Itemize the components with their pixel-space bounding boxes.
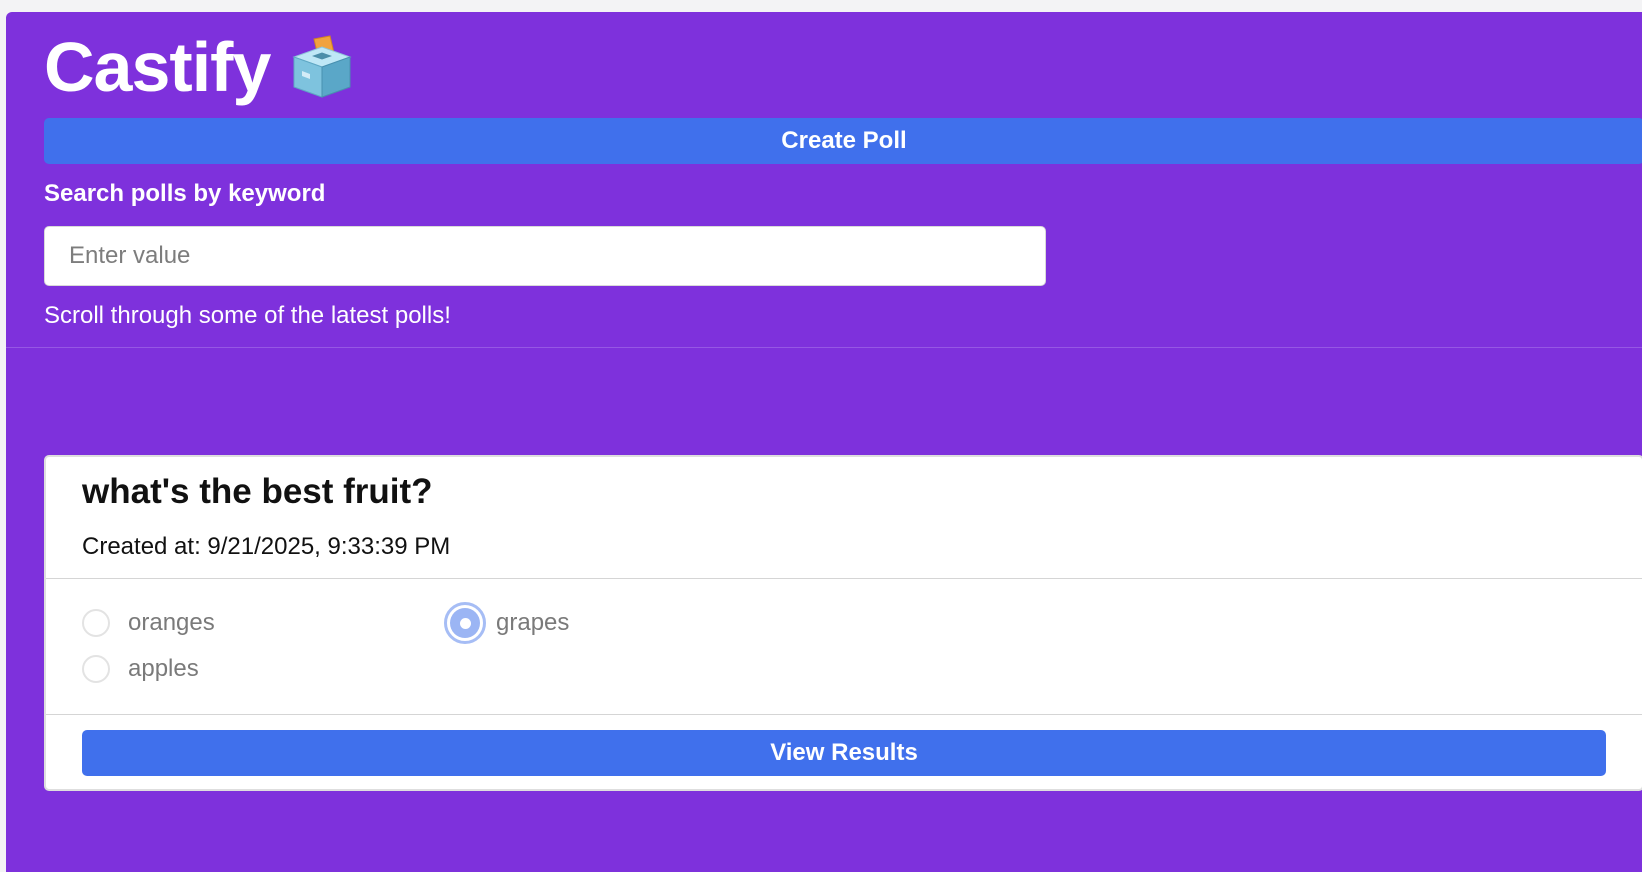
radio-fill xyxy=(450,608,480,638)
poll-created-timestamp: Created at: 9/21/2025, 9:33:39 PM xyxy=(82,533,451,560)
view-results-button[interactable]: View Results xyxy=(82,730,1606,776)
option-oranges[interactable]: oranges xyxy=(82,609,215,637)
poll-card: what's the best fruit? Created at: 9/21/… xyxy=(44,455,1642,791)
option-grapes[interactable]: grapes xyxy=(444,602,569,644)
app-title: Castify xyxy=(44,28,271,106)
poll-options: oranges apples grapes xyxy=(46,579,1642,715)
radio-button-unselected[interactable] xyxy=(82,609,110,637)
app-container: Castify Create Poll Search polls by keyw… xyxy=(6,12,1642,872)
search-input[interactable] xyxy=(44,226,1046,286)
option-apples[interactable]: apples xyxy=(82,655,199,683)
ballot-box-icon xyxy=(288,33,356,101)
radio-dot xyxy=(459,617,471,629)
option-label: apples xyxy=(128,655,199,682)
search-label: Search polls by keyword xyxy=(44,180,326,207)
brand: Castify xyxy=(44,27,356,107)
option-label: oranges xyxy=(128,609,215,636)
header: Castify Create Poll Search polls by keyw… xyxy=(6,12,1642,348)
create-poll-button[interactable]: Create Poll xyxy=(44,118,1642,164)
option-label: grapes xyxy=(496,609,570,636)
radio-button-unselected[interactable] xyxy=(82,655,110,683)
poll-header: what's the best fruit? Created at: 9/21/… xyxy=(46,457,1642,579)
radio-button-selected[interactable] xyxy=(444,602,486,644)
latest-polls-subtitle: Scroll through some of the latest polls! xyxy=(44,302,451,329)
poll-title: what's the best fruit? xyxy=(82,472,433,511)
